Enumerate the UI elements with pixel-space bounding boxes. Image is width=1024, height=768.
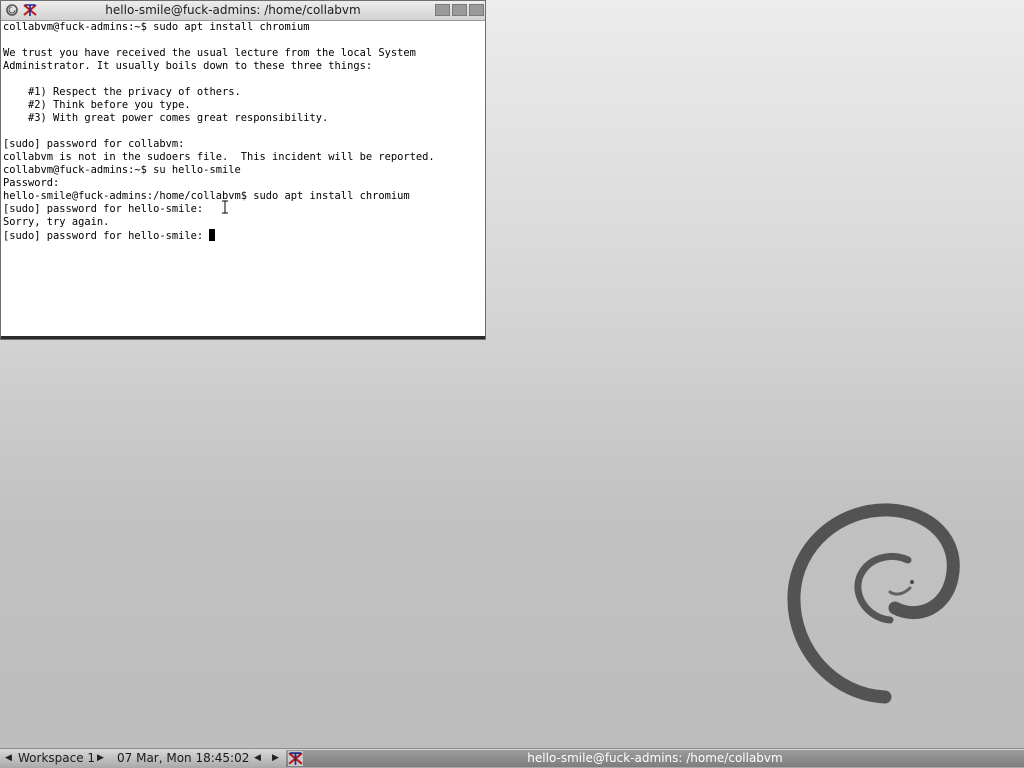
window-titlebar[interactable]: hello-smile@fuck-admins: /home/collabvm <box>1 1 485 21</box>
terminal-line: #1) Respect the privacy of others. <box>3 86 241 98</box>
minimize-button[interactable] <box>435 4 450 16</box>
xterm-icon[interactable] <box>23 3 37 17</box>
terminal-line: We trust you have received the usual lec… <box>3 47 416 59</box>
iconbar-prev-icon[interactable]: ◀ <box>254 753 261 763</box>
terminal-window[interactable]: hello-smile@fuck-admins: /home/collabvm … <box>0 0 486 340</box>
terminal-line: collabvm@fuck-admins:~$ sudo apt install… <box>3 21 310 33</box>
workspace-prev-icon[interactable]: ◀ <box>5 753 12 763</box>
maximize-button[interactable] <box>452 4 467 16</box>
workspace-name[interactable]: Workspace 1 <box>18 751 95 765</box>
terminal-output[interactable]: collabvm@fuck-admins:~$ sudo apt install… <box>3 21 483 335</box>
terminal-line: Administrator. It usually boils down to … <box>3 60 373 72</box>
terminal-line: [sudo] password for hello-smile: <box>3 203 204 215</box>
debian-swirl-logo <box>787 503 960 704</box>
close-button[interactable] <box>469 4 484 16</box>
text-cursor <box>209 229 216 241</box>
terminal-line: #2) Think before you type. <box>3 99 191 111</box>
debian-menu-icon[interactable] <box>5 3 19 17</box>
terminal-line: collabvm@fuck-admins:~$ su hello-smile <box>3 164 241 176</box>
terminal-prompt-text: [sudo] password for hello-smile: <box>3 230 210 242</box>
taskbar: ◀ Workspace 1 ▶ 07 Mar, Mon 18:45:02 ◀ ▶… <box>0 748 1024 768</box>
taskbar-window-entry[interactable]: hello-smile@fuck-admins: /home/collabvm <box>286 750 1024 767</box>
terminal-line: #3) With great power comes great respons… <box>3 112 329 124</box>
window-title: hello-smile@fuck-admins: /home/collabvm <box>105 3 361 17</box>
terminal-line: hello-smile@fuck-admins:/home/collabvm$ … <box>3 190 410 202</box>
terminal-line: Password: <box>3 177 60 189</box>
terminal-line: Sorry, try again. <box>3 216 110 228</box>
terminal-prompt-line[interactable]: [sudo] password for hello-smile: <box>3 229 483 242</box>
ibeam-mouse-pointer <box>222 200 228 214</box>
workspace-next-icon[interactable]: ▶ <box>97 753 104 763</box>
taskbar-window-title: hello-smile@fuck-admins: /home/collabvm <box>527 751 783 765</box>
clock: 07 Mar, Mon 18:45:02 <box>117 751 250 765</box>
terminal-line: collabvm is not in the sudoers file. Thi… <box>3 151 435 163</box>
terminal-line: [sudo] password for collabvm: <box>3 138 185 150</box>
window-bottom-border <box>1 336 485 339</box>
iconbar-next-icon[interactable]: ▶ <box>272 753 279 763</box>
